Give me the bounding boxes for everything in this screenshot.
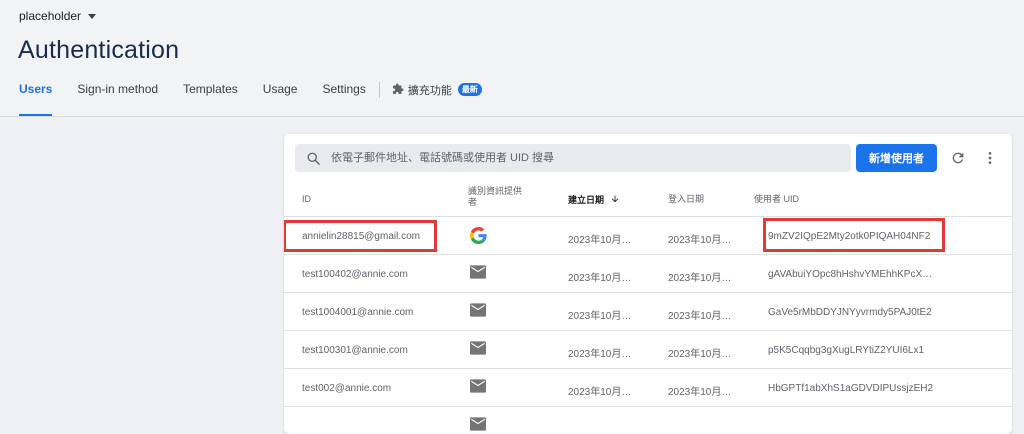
user-id: test100402@annie.com — [302, 269, 408, 280]
column-header-provider[interactable]: 識別資訊提供者 — [468, 186, 530, 208]
user-id: test100301@annie.com — [302, 345, 408, 356]
user-uid: gAVAbuiYOpc8hHshvYMEhhKPcX… — [768, 269, 933, 280]
mail-icon — [470, 341, 486, 358]
project-name: placeholder — [19, 9, 82, 23]
project-selector[interactable]: placeholder — [19, 9, 97, 23]
more-vert-icon[interactable] — [980, 148, 1000, 168]
add-user-button[interactable]: 新增使用者 — [856, 144, 937, 172]
highlight-box-email — [284, 220, 437, 252]
search-bar[interactable] — [295, 144, 851, 172]
tab-usage[interactable]: Usage — [263, 82, 298, 116]
user-id: test1004001@annie.com — [302, 307, 414, 318]
tab-settings[interactable]: Settings — [322, 82, 365, 116]
table-row[interactable]: test100402@annie.com 2023年10月… 2023年10月…… — [284, 254, 1012, 293]
search-input[interactable] — [329, 151, 813, 165]
signed-in-date: 2023年10月… — [668, 387, 732, 398]
mail-icon — [470, 265, 486, 282]
mail-icon — [470, 303, 486, 320]
mail-icon — [470, 417, 486, 434]
column-header-created-label: 建立日期 — [568, 195, 605, 205]
mail-icon — [470, 379, 486, 396]
table-header: ID 識別資訊提供者 建立日期 登入日期 使用者 UID — [284, 182, 1012, 216]
tab-users[interactable]: Users — [19, 82, 53, 116]
table-row[interactable]: test100301@annie.com 2023年10月… 2023年10月…… — [284, 330, 1012, 369]
search-icon — [306, 151, 321, 166]
user-uid: GaVe5rMbDDYJNYyvrmdy5PAJ0tE2 — [768, 307, 932, 318]
google-icon — [470, 227, 487, 247]
tab-templates[interactable]: Templates — [183, 82, 238, 116]
created-date: 2023年10月… — [568, 235, 632, 246]
tab-sign-in-method[interactable]: Sign-in method — [77, 82, 158, 116]
created-date: 2023年10月… — [568, 349, 632, 360]
user-uid: p5K5Cqqbg3gXugLRYtiZ2YUI6Lx1 — [768, 345, 925, 356]
page-title: Authentication — [18, 36, 180, 64]
signed-in-date: 2023年10月… — [668, 235, 732, 246]
signed-in-date: 2023年10月… — [668, 273, 732, 284]
tab-extensions[interactable]: 擴充功能 最新 — [392, 82, 482, 116]
arrow-down-icon — [610, 194, 620, 207]
tab-divider — [378, 82, 380, 98]
extension-icon — [392, 82, 404, 95]
refresh-icon[interactable] — [948, 148, 968, 168]
created-date: 2023年10月… — [568, 387, 632, 398]
signed-in-date: 2023年10月… — [668, 349, 732, 360]
column-header-uid[interactable]: 使用者 UID — [754, 194, 799, 205]
extensions-label: 擴充功能 — [407, 85, 452, 97]
column-header-signed-in[interactable]: 登入日期 — [668, 194, 704, 205]
table-row[interactable] — [284, 406, 1012, 434]
users-card: 新增使用者 ID 識別資訊提供者 建立日期 登入日期 使用者 UID annie… — [284, 134, 1012, 434]
table-row[interactable]: test1004001@annie.com 2023年10月… 2023年10月… — [284, 292, 1012, 331]
table-row[interactable]: test002@annie.com 2023年10月… 2023年10月… Hb… — [284, 368, 1012, 407]
column-header-created[interactable]: 建立日期 — [568, 194, 620, 207]
user-uid: HbGPTf1abXhS1aGDVDIPUssjzEH2 — [768, 383, 934, 394]
user-id: test002@annie.com — [302, 383, 392, 394]
highlight-box-uid — [763, 218, 945, 252]
signed-in-date: 2023年10月… — [668, 311, 732, 322]
new-badge: 最新 — [457, 83, 482, 96]
page-header: placeholder Authentication Users Sign-in… — [0, 0, 1024, 116]
created-date: 2023年10月… — [568, 311, 632, 322]
chevron-down-icon — [88, 14, 97, 19]
created-date: 2023年10月… — [568, 273, 632, 284]
column-header-id[interactable]: ID — [302, 194, 311, 205]
tab-bar: Users Sign-in method Templates Usage Set… — [19, 82, 507, 116]
header-divider — [0, 116, 1024, 117]
